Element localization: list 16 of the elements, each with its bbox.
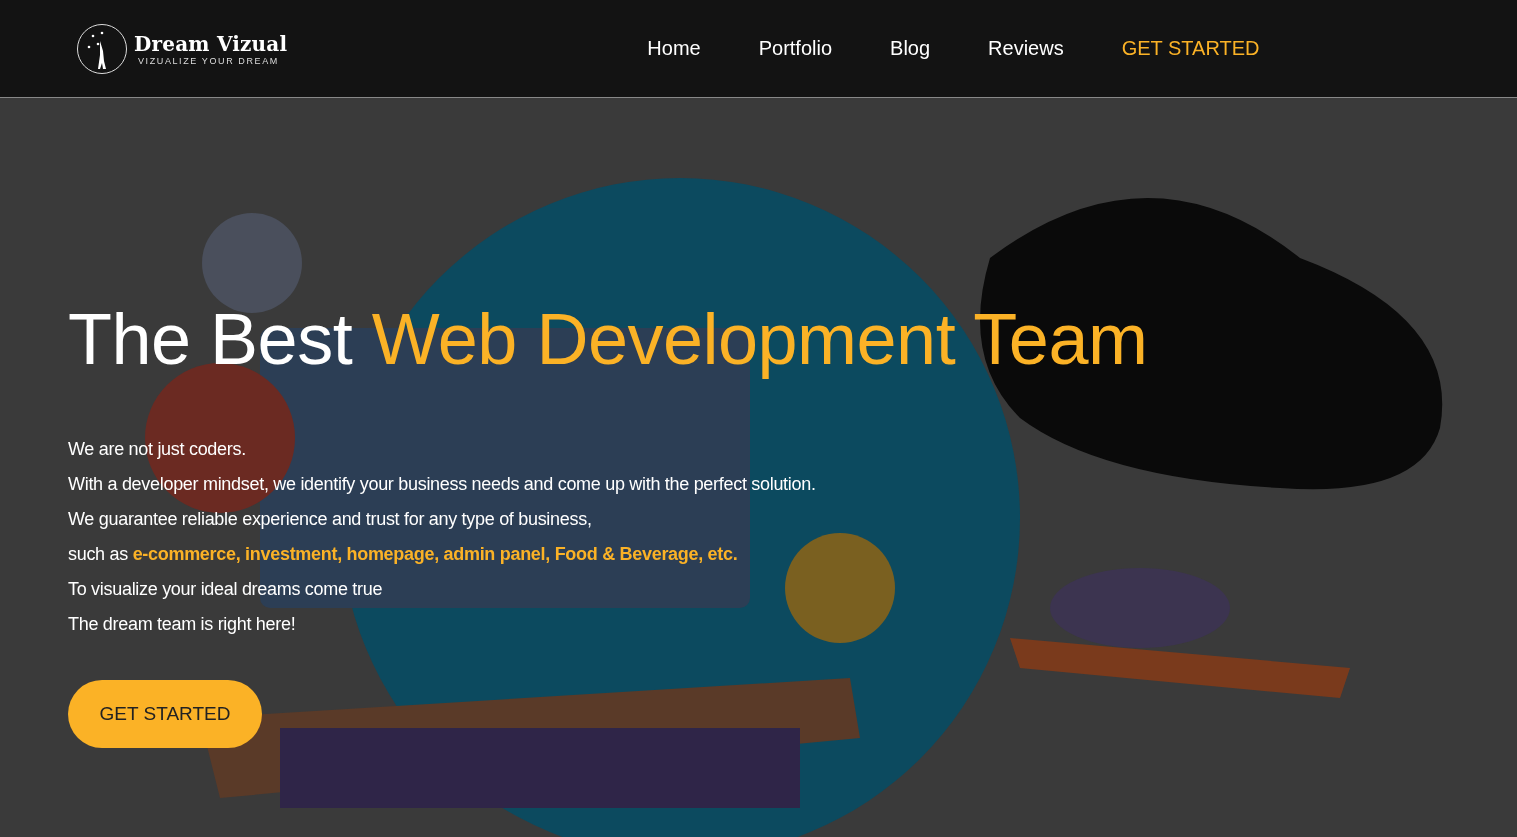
hero-text-line: We are not just coders. <box>68 438 246 461</box>
get-started-button[interactable]: GET STARTED <box>68 680 262 748</box>
hero-text-line: The dream team is right here! <box>68 613 296 636</box>
logo-name: Dream Vizual <box>134 31 288 56</box>
logo-icon <box>76 22 128 75</box>
get-started-link[interactable]: GET STARTED <box>1121 37 1260 60</box>
nav-link[interactable]: Reviews <box>988 37 1064 60</box>
hero-headline: The Best Web Development Team <box>68 298 1148 380</box>
logo-tagline: VIZUALIZE YOUR DREAM <box>138 55 280 66</box>
nav-link[interactable]: Home <box>647 37 701 60</box>
nav-link[interactable]: Blog <box>890 37 931 60</box>
hero-text-line: To visualize your ideal dreams come true <box>68 578 383 601</box>
hero-text-line: With a developer mindset, we identify your business needs and come up with the perfect solution. <box>68 473 816 496</box>
hero-text-line: We guarantee reliable experience and trust for any type of business, <box>68 508 592 531</box>
nav-link[interactable]: Portfolio <box>758 37 833 60</box>
hero-text-line: such as e-commerce, investment, homepage, admin panel, Food & Beverage, etc. <box>68 543 738 566</box>
